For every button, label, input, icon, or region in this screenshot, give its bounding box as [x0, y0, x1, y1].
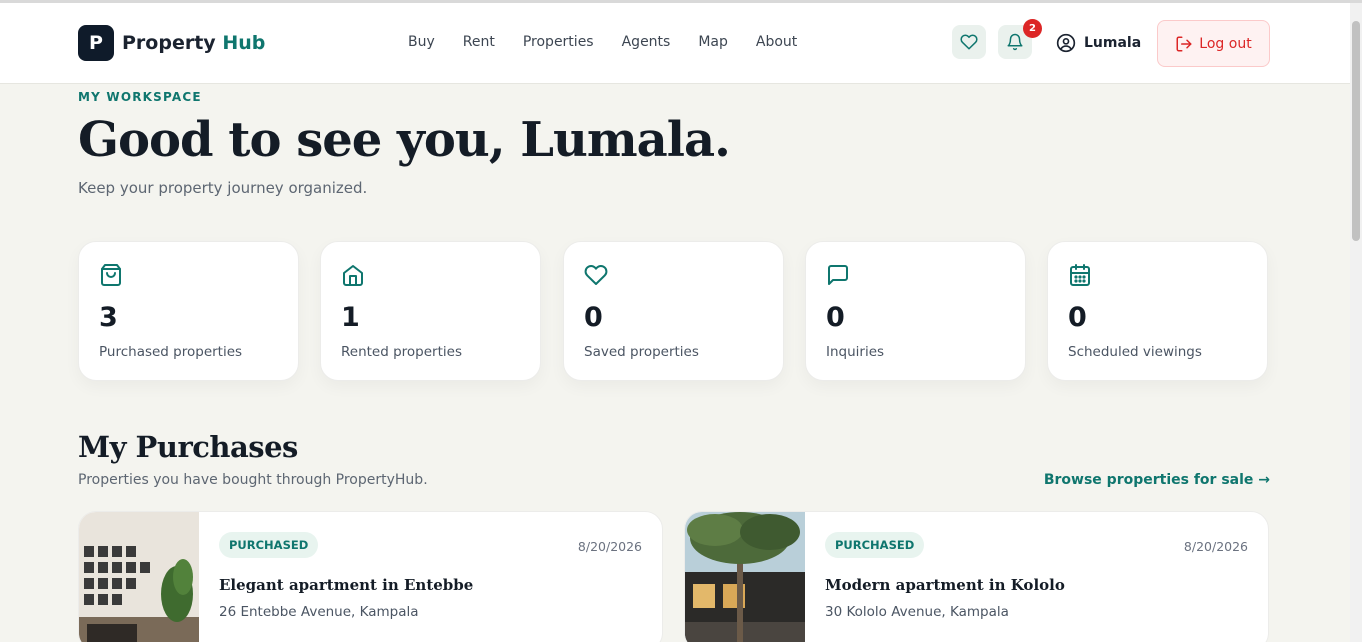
logo-name-main: Property: [122, 32, 216, 54]
nav-map[interactable]: Map: [698, 34, 728, 50]
message-icon: [828, 265, 848, 285]
stat-label: Saved properties: [584, 344, 699, 360]
calendar-icon: [1070, 264, 1090, 286]
heart-icon: [960, 34, 978, 50]
workspace-eyebrow: MY WORKSPACE: [78, 90, 202, 104]
notification-badge: 2: [1023, 19, 1042, 38]
stat-value: 3: [99, 302, 118, 333]
favorites-button[interactable]: [952, 25, 986, 59]
nav-agents[interactable]: Agents: [622, 34, 671, 50]
bell-icon: [1007, 33, 1023, 51]
nav-about[interactable]: About: [756, 34, 797, 50]
status-badge: PURCHASED: [825, 532, 925, 558]
shopping-bag-icon: [101, 264, 121, 286]
property-address: 30 Kololo Avenue, Kampala: [825, 604, 1009, 620]
page-subtitle: Keep your property journey organized.: [78, 179, 368, 197]
page-scrollbar[interactable]: [1350, 3, 1362, 642]
stat-card-rented[interactable]: 1 Rented properties: [320, 241, 541, 381]
nav-properties[interactable]: Properties: [523, 34, 594, 50]
browse-for-sale-link[interactable]: Browse properties for sale →: [1044, 472, 1270, 488]
stat-card-inquiries[interactable]: 0 Inquiries: [805, 241, 1026, 381]
nav-rent[interactable]: Rent: [463, 34, 495, 50]
stat-card-purchased[interactable]: 3 Purchased properties: [78, 241, 299, 381]
main-nav: Buy Rent Properties Agents Map About: [408, 34, 825, 50]
logout-button[interactable]: Log out: [1157, 20, 1270, 67]
stat-label: Scheduled viewings: [1068, 344, 1202, 360]
logo-text: Property Hub: [122, 32, 265, 54]
stat-label: Purchased properties: [99, 344, 243, 360]
stat-label: Inquiries: [826, 344, 885, 360]
logout-label: Log out: [1199, 35, 1252, 52]
user-circle-icon: [1056, 33, 1076, 53]
logo-name-accent: Hub: [222, 32, 266, 54]
property-title[interactable]: Elegant apartment in Entebbe: [219, 576, 473, 594]
nav-buy[interactable]: Buy: [408, 34, 435, 50]
stat-value: 0: [826, 302, 845, 333]
username: Lumala: [1084, 35, 1142, 51]
logo-mark: P: [78, 25, 114, 61]
stat-card-viewings[interactable]: 0 Scheduled viewings: [1047, 241, 1268, 381]
purchase-date: 8/20/2026: [577, 539, 642, 554]
purchase-card[interactable]: PURCHASED 8/20/2026 Elegant apartment in…: [78, 511, 663, 642]
scrollbar-thumb[interactable]: [1352, 21, 1360, 241]
user-menu[interactable]: Lumala: [1056, 33, 1141, 53]
logo[interactable]: P Property Hub: [78, 25, 265, 61]
notifications-button[interactable]: 2: [998, 19, 1042, 59]
section-title: My Purchases: [78, 430, 298, 464]
stat-value: 0: [584, 302, 603, 333]
site-header: P Property Hub Buy Rent Properties Agent…: [0, 3, 1350, 84]
stat-value: 0: [1068, 302, 1087, 333]
status-badge: PURCHASED: [219, 532, 319, 558]
property-image: [685, 512, 805, 642]
purchase-date: 8/20/2026: [1183, 539, 1248, 554]
purchase-card[interactable]: PURCHASED 8/20/2026 Modern apartment in …: [684, 511, 1269, 642]
home-icon: [343, 265, 363, 286]
property-address: 26 Entebbe Avenue, Kampala: [219, 604, 419, 620]
stat-label: Rented properties: [341, 344, 462, 360]
page-title: Good to see you, Lumala.: [78, 112, 731, 168]
section-subtitle: Properties you have bought through Prope…: [78, 472, 428, 488]
heart-icon: [584, 265, 608, 285]
stat-card-saved[interactable]: 0 Saved properties: [563, 241, 784, 381]
logout-icon: [1176, 36, 1192, 51]
property-title[interactable]: Modern apartment in Kololo: [825, 576, 1065, 594]
stat-value: 1: [341, 302, 360, 333]
property-image: [79, 512, 199, 642]
